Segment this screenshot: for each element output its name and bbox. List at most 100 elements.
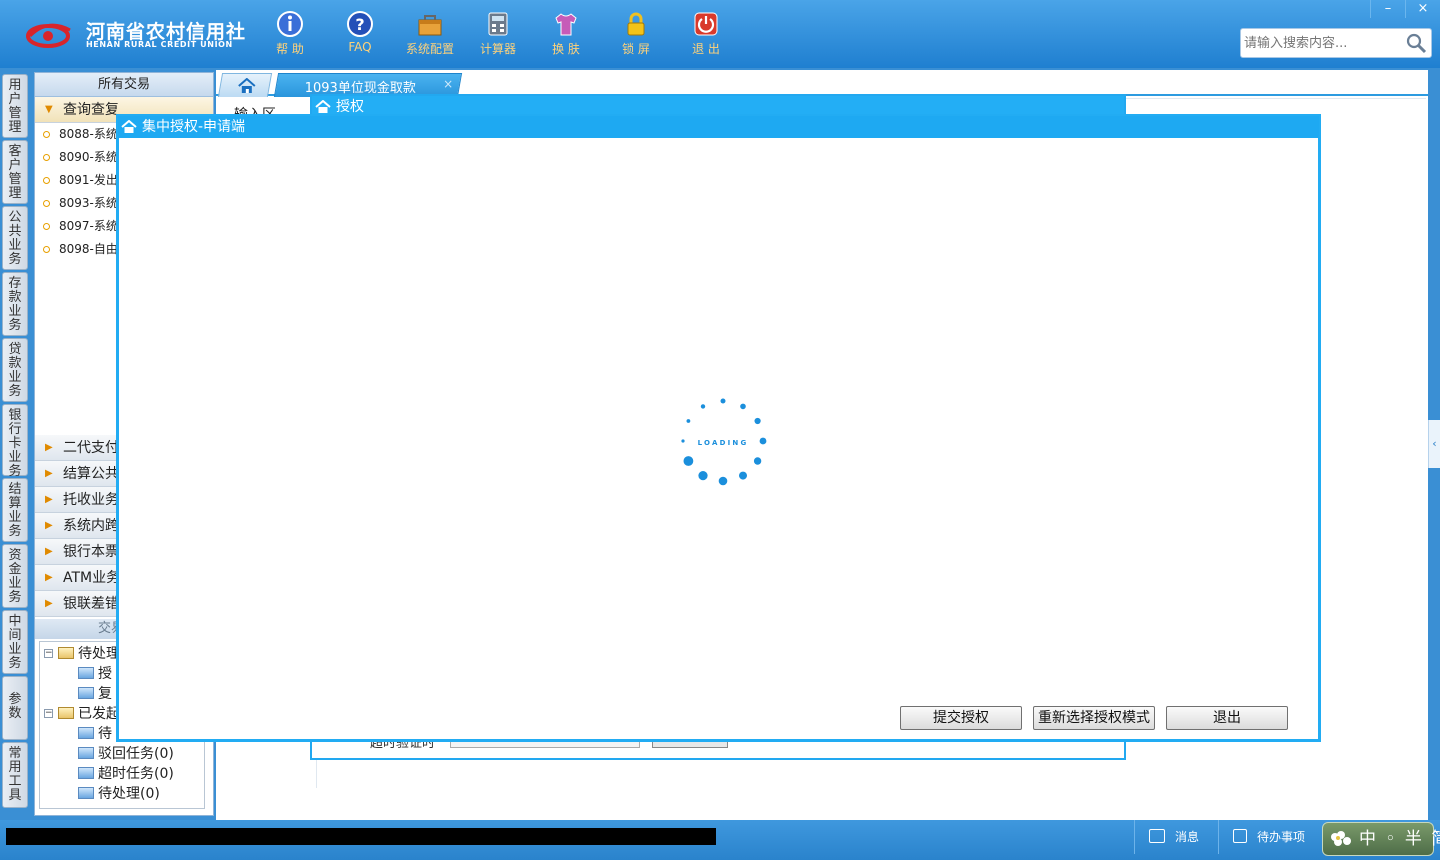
folder-icon — [78, 747, 94, 759]
group-label: 查询查复 — [63, 102, 119, 118]
exit-dialog-button[interactable]: 退出 — [1166, 706, 1288, 730]
bullet-icon — [43, 131, 50, 138]
collapsed-arrow-icon: ▶ — [45, 598, 53, 609]
group-label: 系统内跨 — [63, 518, 119, 534]
vtab-label: 客户管理 — [8, 144, 22, 201]
exit-label: 退 出 — [692, 42, 720, 56]
spinner-dot — [683, 456, 694, 466]
collapsed-arrow-icon: ▶ — [45, 546, 53, 557]
minimize-button[interactable]: – — [1370, 0, 1405, 18]
tab-strip: 1093单位现金取款 × — [216, 70, 1428, 97]
folder-icon — [78, 687, 94, 699]
folder-icon — [78, 787, 94, 799]
faq-label: FAQ — [348, 40, 372, 54]
flower-icon — [1331, 831, 1351, 846]
spinner-dot — [739, 471, 747, 480]
panel-title: 所有交易 — [35, 73, 213, 97]
spinner-dot — [759, 437, 767, 445]
vtab-customer-management[interactable]: 客户管理 — [2, 140, 28, 204]
tree-node[interactable]: 驳回任务(0) — [78, 744, 174, 764]
vtab-label: 存款业务 — [8, 276, 22, 333]
vtab-parameters[interactable]: 参数 — [2, 676, 28, 740]
vtab-label: 结算业务 — [8, 482, 22, 539]
spinner-dot — [698, 471, 708, 481]
vtab-user-management[interactable]: 用户管理 — [2, 74, 28, 138]
vtab-public-business[interactable]: 公共业务 — [2, 206, 28, 270]
search-input[interactable] — [1244, 33, 1404, 53]
vtab-deposit-business[interactable]: 存款业务 — [2, 272, 28, 336]
vtab-label: 贷款业务 — [8, 342, 22, 399]
submit-auth-button[interactable]: 提交授权 — [900, 706, 1022, 730]
expanded-arrow-icon: ▼ — [45, 104, 53, 115]
calculator-icon — [488, 12, 508, 36]
node-label: 已发起 — [78, 706, 120, 722]
dialog-home-icon — [121, 120, 137, 133]
group-label: 银联差错 — [63, 596, 119, 612]
vtab-label: 参数 — [8, 692, 22, 721]
vtab-fund-business[interactable]: 资金业务 — [2, 544, 28, 608]
messages-label: 消息 — [1175, 830, 1200, 844]
collapsed-arrow-icon: ▶ — [45, 520, 53, 531]
lock-screen-button[interactable]: 锁 屏 — [608, 6, 664, 62]
collapsed-arrow-icon: ▶ — [45, 572, 53, 583]
mail-icon — [1149, 829, 1165, 843]
spinner-dot — [686, 419, 691, 423]
ime-toolbar[interactable]: 中 ◦ 半 简 — [1322, 822, 1440, 856]
power-icon — [694, 12, 718, 36]
faq-button[interactable]: ? FAQ — [332, 6, 388, 62]
messages-button[interactable]: 消息 — [1134, 820, 1226, 854]
todo-button[interactable]: 待办事项 — [1218, 820, 1322, 854]
spinner-dot — [718, 476, 728, 486]
logo-text-en: HENAN RURAL CREDIT UNION — [86, 40, 233, 49]
window-controls: – × — [1370, 0, 1440, 20]
shirt-icon — [555, 13, 577, 36]
tree-node[interactable]: 复 — [78, 684, 112, 704]
tree-node[interactable]: 待 — [78, 724, 112, 744]
skin-button[interactable]: 换 肤 — [538, 6, 594, 62]
vtab-settlement-business[interactable]: 结算业务 — [2, 478, 28, 542]
reselect-auth-mode-button[interactable]: 重新选择授权模式 — [1033, 706, 1155, 730]
exit-button[interactable]: 退 出 — [678, 6, 734, 62]
vtab-bank-card-business[interactable]: 银行卡业务 — [2, 404, 28, 479]
collapse-icon[interactable]: − — [44, 649, 53, 658]
close-window-button[interactable]: × — [1405, 0, 1440, 18]
spinner-dot — [754, 417, 761, 425]
central-auth-titlebar[interactable]: 集中授权-申请端 — [118, 116, 1319, 138]
node-label: 待处理 — [78, 646, 120, 662]
group-label: 银行本票 — [63, 544, 119, 560]
tree-node[interactable]: 授 — [78, 664, 112, 684]
vtab-intermediary-business[interactable]: 中间业务 — [2, 610, 28, 674]
bullet-icon — [43, 177, 50, 184]
tree-node[interactable]: − 已发起 — [44, 704, 120, 724]
tree-node[interactable]: 待处理(0) — [78, 784, 160, 804]
node-label: 待处理(0) — [98, 786, 160, 802]
tree-node[interactable]: − 待处理 — [44, 644, 120, 664]
item-label: 8090-系统 — [59, 150, 118, 164]
vtab-loan-business[interactable]: 贷款业务 — [2, 338, 28, 402]
search-box — [1240, 28, 1432, 58]
system-config-label: 系统配置 — [405, 42, 454, 56]
calculator-label: 计算器 — [479, 42, 516, 56]
logo: 河南省农村信用社 HENAN RURAL CREDIT UNION — [22, 14, 245, 56]
group-label: 结算公共 — [63, 466, 119, 482]
item-label: 8091-发出 — [59, 173, 118, 187]
collapse-icon[interactable]: − — [44, 709, 53, 718]
collapse-panel-handle[interactable]: ‹ — [1428, 420, 1440, 468]
system-config-button[interactable]: 系统配置 — [402, 6, 458, 62]
tab-close-icon[interactable]: × — [443, 77, 453, 91]
vtab-label: 银行卡业务 — [8, 408, 22, 479]
item-label: 8088-系统 — [59, 127, 118, 141]
spinner-dot — [753, 457, 762, 465]
folder-icon — [78, 667, 94, 679]
help-button[interactable]: 帮 助 — [262, 6, 318, 62]
bullet-icon — [43, 246, 50, 253]
question-icon: ? — [347, 11, 373, 37]
item-label: 8098-自由 — [59, 242, 118, 256]
group-label: ATM业务 — [63, 570, 121, 586]
node-label: 超时任务(0) — [98, 766, 174, 782]
calculator-button[interactable]: 计算器 — [470, 6, 526, 62]
tree-node[interactable]: 超时任务(0) — [78, 764, 174, 784]
vtab-common-tools[interactable]: 常用工具 — [2, 742, 28, 808]
tab-home[interactable] — [217, 73, 273, 97]
search-icon[interactable] — [1405, 32, 1427, 54]
